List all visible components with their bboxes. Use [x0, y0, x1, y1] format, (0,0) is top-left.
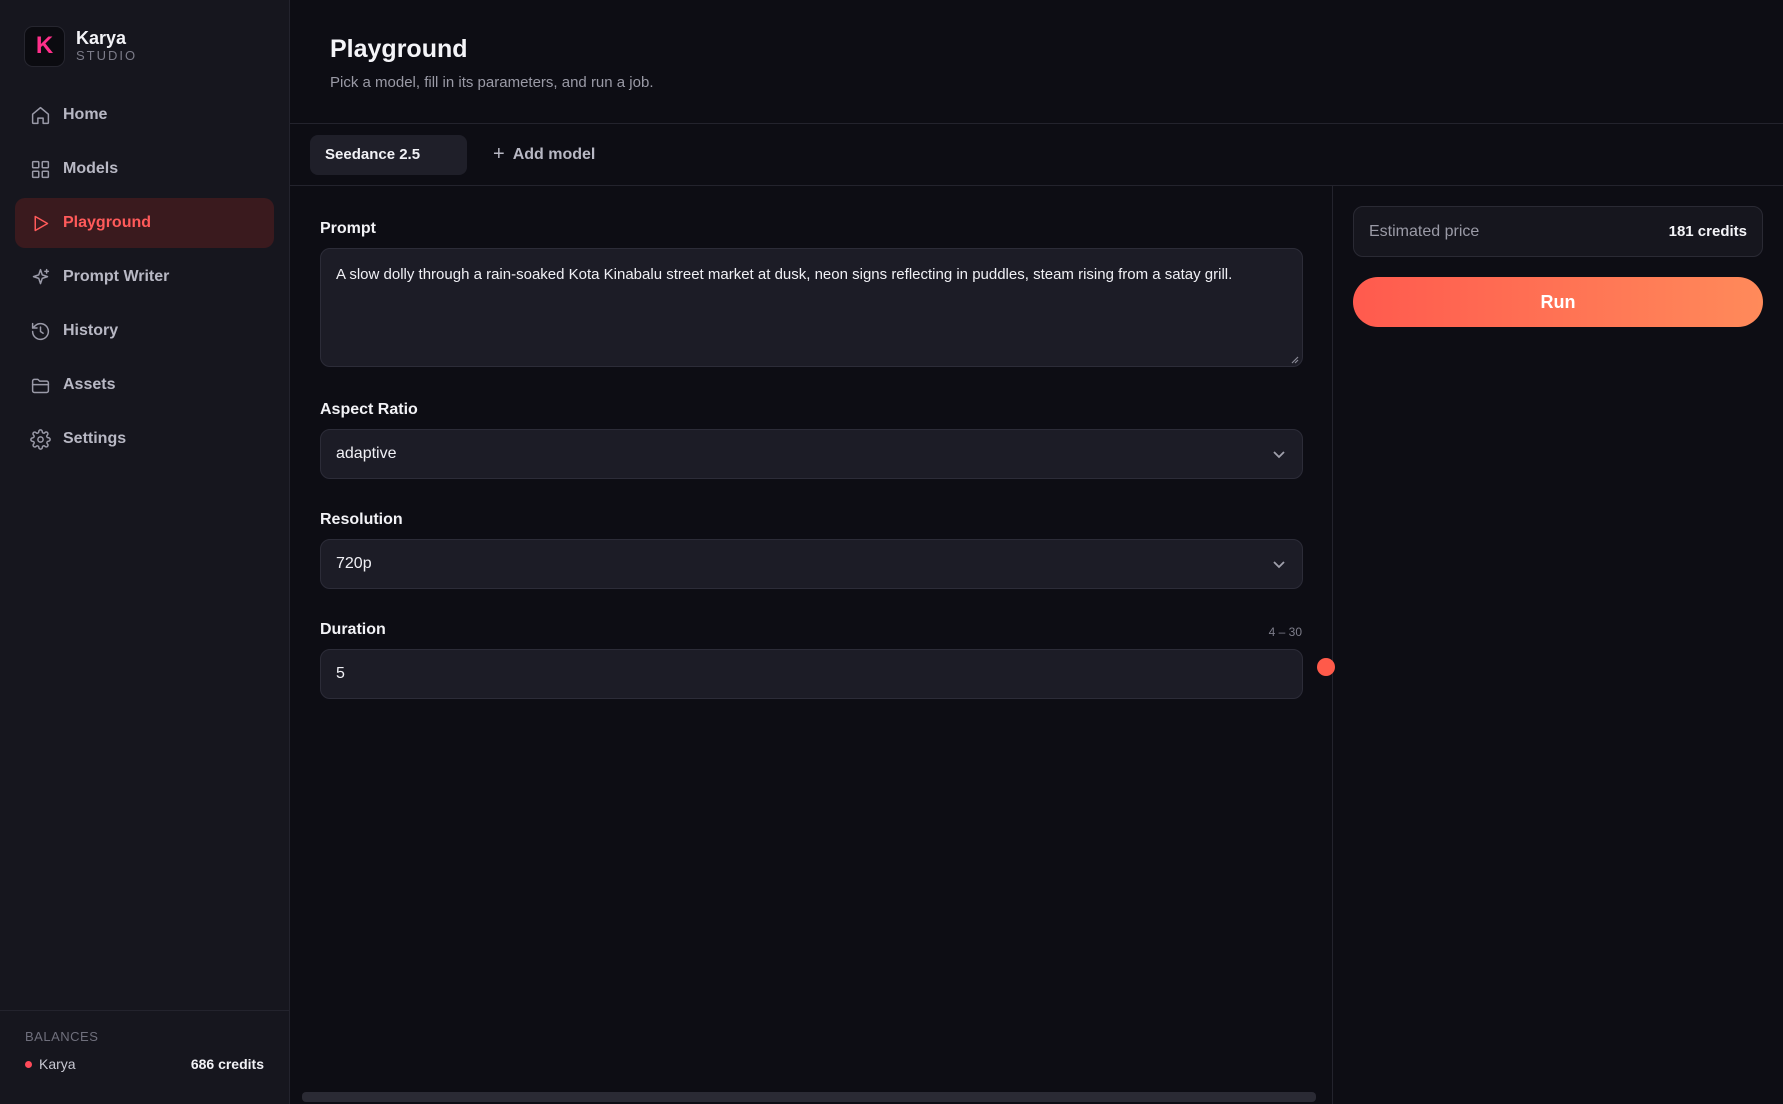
play-icon	[34, 215, 49, 231]
sidebar-item-assets[interactable]: Assets	[15, 360, 274, 410]
sidebar-item-label: Playground	[63, 214, 152, 231]
sidebar-item-label: Assets	[63, 376, 116, 393]
main-content: Playground Pick a model, fill in its par…	[290, 0, 1783, 1104]
folder-icon	[31, 378, 50, 393]
page-subtitle: Pick a model, fill in its parameters, an…	[330, 74, 654, 91]
logo: K	[24, 25, 65, 67]
balance-row: Karya 686 credits	[25, 1056, 264, 1072]
gear-icon	[30, 428, 51, 450]
duration-input[interactable]: 5	[320, 649, 1303, 699]
sparkle-icon	[32, 268, 50, 284]
sidebar-item-history[interactable]: History	[15, 306, 274, 356]
balance-account: Karya	[39, 1056, 76, 1072]
prompt-label-text: Prompt	[320, 220, 376, 237]
sidebar-item-label: Home	[63, 106, 108, 123]
sidebar-item-label: Settings	[63, 430, 127, 447]
tab-seedance[interactable]: Seedance 2.5	[310, 134, 467, 175]
resolution-label-text: Resolution	[320, 511, 403, 528]
sidebar-item-playground[interactable]: Playground	[15, 198, 274, 248]
aspect-ratio-label: Aspect Ratio	[320, 401, 1302, 419]
duration-range: 4 – 30	[1268, 625, 1302, 639]
sidebar-item-settings[interactable]: Settings	[15, 414, 274, 464]
sidebar-item-label: History	[63, 322, 119, 339]
sidebar-item-home[interactable]: Home	[15, 90, 274, 140]
balances-panel: BALANCES Karya 686 credits	[0, 1010, 289, 1104]
duration-label: Duration 4 – 30	[320, 621, 1302, 639]
run-panel: Estimated price 181 credits Run	[1333, 186, 1783, 1104]
prompt-textarea[interactable]: A slow dolly through a rain-soaked Kota …	[320, 248, 1303, 367]
parameters-form: Prompt A slow dolly through a rain-soake…	[290, 186, 1335, 1104]
balances-title: BALANCES	[25, 1029, 99, 1044]
sidebar-item-prompt-writer[interactable]: Prompt Writer	[15, 252, 274, 302]
aspect-ratio-label-text: Aspect Ratio	[320, 401, 418, 418]
model-tabs: Seedance 2.5 + Add model	[290, 124, 1783, 186]
resolution-label: Resolution	[320, 511, 1302, 529]
plus-icon: +	[493, 143, 505, 165]
slider-knob[interactable]	[1317, 658, 1335, 676]
price-label: Estimated price	[1369, 222, 1480, 240]
sidebar-item-models[interactable]: Models	[15, 144, 274, 194]
sidebar-nav: Home Models Playground Prompt Writer His…	[0, 90, 289, 464]
chevron-down-icon	[1273, 451, 1285, 459]
sidebar: K Karya STUDIO Home Models Playground Pr…	[0, 0, 290, 1104]
chevron-down-icon	[1273, 561, 1285, 569]
add-model-label: Add model	[512, 145, 596, 163]
prompt-text: A slow dolly through a rain-soaked Kota …	[336, 266, 1233, 283]
sidebar-item-label: Models	[63, 160, 119, 177]
estimated-price: Estimated price 181 credits	[1353, 206, 1763, 257]
status-dot	[25, 1060, 32, 1068]
aspect-ratio-value: adaptive	[336, 445, 397, 462]
brand[interactable]: K Karya STUDIO	[0, 0, 289, 68]
page-header: Playground Pick a model, fill in its par…	[290, 0, 1783, 124]
horizontal-scrollbar[interactable]	[302, 1092, 1316, 1102]
resolution-value: 720p	[336, 555, 372, 572]
home-icon	[31, 106, 50, 124]
brand-subtitle: STUDIO	[76, 48, 138, 63]
prompt-label: Prompt	[320, 220, 1302, 238]
duration-label-text: Duration	[320, 621, 386, 638]
price-value: 181 credits	[1668, 223, 1747, 240]
duration-value: 5	[336, 665, 345, 682]
run-button[interactable]: Run	[1353, 277, 1763, 327]
page-title: Playground	[330, 35, 468, 63]
resize-handle-icon[interactable]	[1289, 354, 1299, 364]
brand-name: Karya	[76, 28, 127, 48]
sidebar-item-label: Prompt Writer	[63, 268, 170, 285]
balance-amount: 686 credits	[190, 1056, 264, 1072]
resolution-select[interactable]: 720p	[320, 539, 1303, 589]
aspect-ratio-select[interactable]: adaptive	[320, 429, 1303, 479]
grid-icon	[31, 160, 50, 178]
history-icon	[31, 322, 50, 340]
add-model-button[interactable]: + Add model	[493, 143, 595, 166]
workspace: Prompt A slow dolly through a rain-soake…	[290, 186, 1783, 1104]
